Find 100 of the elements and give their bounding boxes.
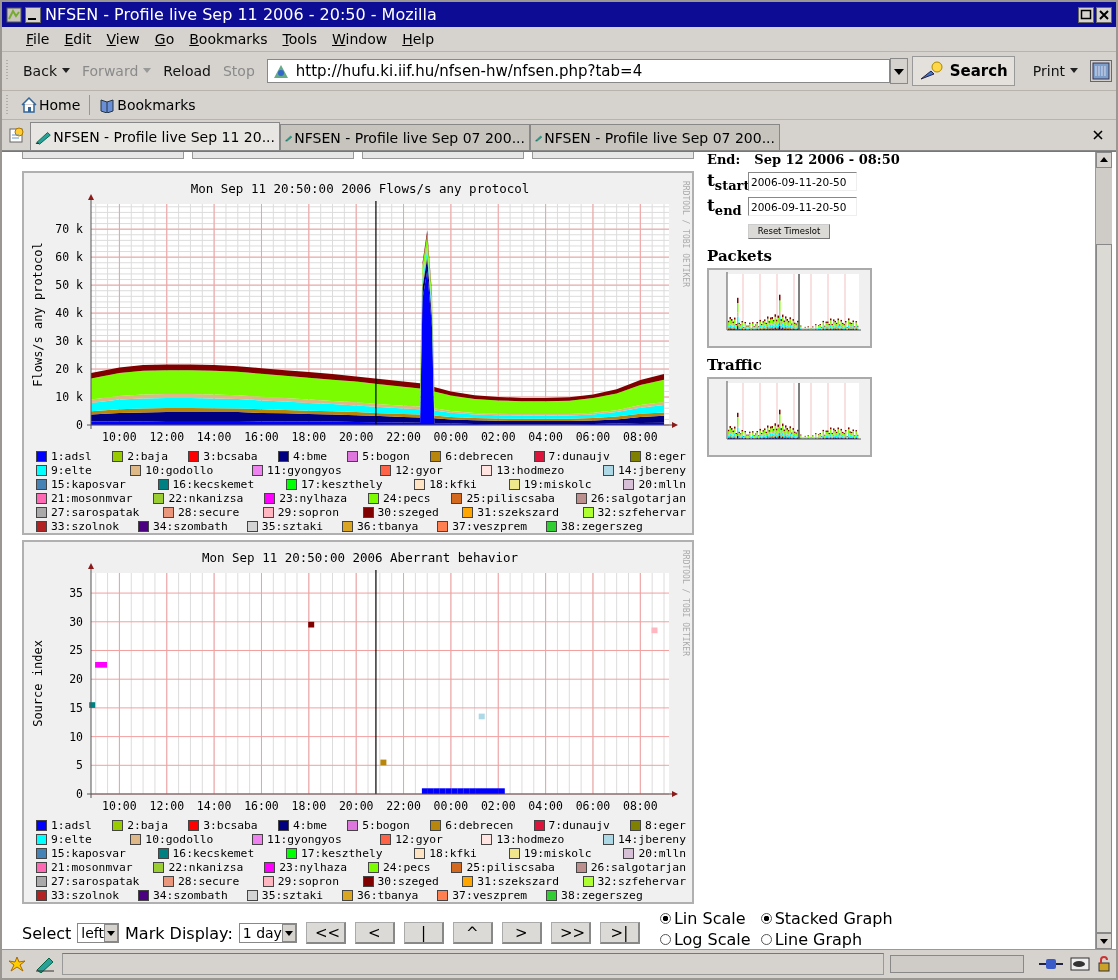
legend-label: 6:debrecen bbox=[445, 818, 514, 832]
axis-label: Flows/s any protocol bbox=[31, 242, 45, 387]
menu-item[interactable]: Go bbox=[154, 31, 175, 47]
legend-label: 13:hodmezo bbox=[496, 832, 565, 846]
nav-button[interactable]: Back bbox=[19, 63, 74, 79]
legend-label: 17:keszthely bbox=[300, 477, 383, 491]
time-input-field[interactable]: 2006-09-11-20-50 bbox=[748, 172, 857, 191]
legend-label: 21:mosonmvar bbox=[51, 491, 133, 505]
browser-tab[interactable]: NFSEN - Profile live Sep 11 20... bbox=[30, 122, 280, 150]
legend-label: 29:sopron bbox=[277, 874, 339, 888]
legend-label: 4:bme bbox=[293, 818, 327, 832]
legend-label: 23:nylhaza bbox=[279, 491, 348, 505]
legend-label: 14:jbereny bbox=[617, 832, 686, 846]
legend-label: 37:veszprem bbox=[452, 519, 528, 533]
axis-tick-label: 22:00 bbox=[386, 430, 421, 444]
navigation-button[interactable]: | bbox=[403, 922, 444, 944]
axis-tick-label: 18:00 bbox=[291, 430, 327, 444]
navigation-button[interactable]: >> bbox=[550, 922, 591, 944]
axis-tick-label: 10 k bbox=[55, 390, 83, 405]
axis-tick-label: 14:00 bbox=[196, 430, 232, 444]
chart-title: Mon Sep 11 20:50:00 2006 Flows/s any protocol bbox=[190, 181, 530, 196]
legend-label: 10:godollo bbox=[145, 463, 214, 477]
axis-tick-label: 06:00 bbox=[575, 430, 611, 444]
axis-tick-label: 00:00 bbox=[433, 799, 469, 813]
legend-label: 1:adsl bbox=[51, 449, 92, 463]
home-button[interactable]: Home bbox=[19, 97, 83, 113]
search-button[interactable]: Search bbox=[911, 56, 1015, 86]
legend-label: 25:piliscsaba bbox=[466, 491, 555, 505]
legend-label: 36:tbanya bbox=[357, 519, 419, 533]
nav-button[interactable]: Reload bbox=[159, 63, 215, 79]
time-input-field[interactable]: 2006-09-11-20-50 bbox=[748, 197, 857, 216]
legend-label: 13:hodmezo bbox=[496, 463, 565, 477]
legend-label: 12:gyor bbox=[395, 463, 443, 477]
axis-tick-label: 08:00 bbox=[623, 799, 658, 813]
legend-label: 9:elte bbox=[51, 832, 92, 846]
legend-label: 16:kecskemet bbox=[172, 477, 255, 491]
legend-label: 19:miskolc bbox=[523, 846, 592, 860]
legend-label: 2:baja bbox=[127, 818, 168, 832]
legend-label: 7:dunaujv bbox=[548, 818, 610, 832]
menu-item[interactable]: Edit bbox=[64, 31, 92, 47]
axis-tick-label: 08:00 bbox=[623, 430, 658, 444]
legend-label: 20:mlln bbox=[638, 477, 686, 491]
legend-label: 24:pecs bbox=[383, 491, 431, 505]
legend-label: 37:veszprem bbox=[452, 888, 528, 902]
end-value: Sep 12 2006 - 08:50 bbox=[754, 152, 900, 169]
axis-tick-label: 12:00 bbox=[149, 430, 185, 444]
menu-item[interactable]: Tools bbox=[282, 31, 317, 47]
legend-label: 28:secure bbox=[178, 505, 240, 519]
select-dropdown[interactable]: left bbox=[77, 923, 120, 943]
axis-tick-label: 20:00 bbox=[338, 799, 374, 813]
legend-label: 20:mlln bbox=[638, 846, 686, 860]
legend-label: 22:nkanizsa bbox=[168, 491, 244, 505]
menu-item[interactable]: Help bbox=[402, 31, 435, 47]
legend-label: 36:tbanya bbox=[357, 888, 419, 902]
reset-button[interactable]: Reset Timeslot bbox=[748, 223, 830, 239]
legend-label: 38:zegerszeg bbox=[561, 519, 643, 533]
axis-tick-label: 04:00 bbox=[528, 430, 563, 444]
mark-display-dropdown[interactable]: 1 day bbox=[238, 923, 297, 943]
print-button[interactable]: Print bbox=[1028, 63, 1083, 79]
legend-label: 7:dunaujv bbox=[548, 449, 610, 463]
legend-label: 15:kaposvar bbox=[51, 846, 126, 860]
axis-tick-label: 20 k bbox=[55, 362, 83, 377]
navigation-button[interactable]: < bbox=[354, 922, 395, 944]
legend-label: 27:sarospatak bbox=[51, 874, 140, 888]
field-label: t$_{start}$ bbox=[707, 169, 748, 194]
menu-item[interactable]: Window bbox=[332, 31, 388, 47]
bookmarks-button[interactable]: Bookmarks bbox=[97, 97, 198, 113]
navigation-button[interactable]: >| bbox=[599, 922, 640, 944]
menu-item[interactable]: View bbox=[106, 31, 140, 47]
legend-label: 30:szeged bbox=[377, 505, 439, 519]
section-heading: Traffic bbox=[707, 355, 763, 374]
legend-label: 1:adsl bbox=[51, 818, 92, 832]
legend-label: 15:kaposvar bbox=[51, 477, 126, 491]
legend-label: 3:bcsaba bbox=[203, 449, 258, 463]
legend-label: 8:eger bbox=[645, 818, 686, 832]
legend-label: 28:secure bbox=[178, 874, 240, 888]
legend-label: 25:piliscsaba bbox=[466, 860, 555, 874]
legend-label: 17:keszthely bbox=[300, 846, 383, 860]
browser-tab[interactable]: NFSEN - Profile live Sep 07 200... bbox=[530, 124, 780, 150]
menu-item[interactable]: File bbox=[26, 31, 50, 47]
legend-label: 11:gyongyos bbox=[266, 832, 342, 846]
navigation-button[interactable]: ^ bbox=[452, 922, 493, 944]
mark-display-label: Mark Display: bbox=[125, 923, 233, 943]
legend-label: 27:sarospatak bbox=[51, 505, 140, 519]
legend-label: 11:gyongyos bbox=[266, 463, 342, 477]
legend-label: 30:szeged bbox=[377, 874, 439, 888]
axis-tick-label: 0 bbox=[76, 787, 83, 801]
address-field[interactable]: http://hufu.ki.iif.hu/nfsen-hw/nfsen.php?tab=4 bbox=[266, 59, 890, 83]
credit-text: RRDTOOL / TOBI OETIKER bbox=[681, 550, 690, 656]
navigation-button[interactable]: > bbox=[501, 922, 542, 944]
navigation-button[interactable]: << bbox=[305, 922, 346, 944]
legend-label: 32:szfehervar bbox=[597, 874, 686, 888]
axis-tick-label: 10:00 bbox=[102, 799, 137, 813]
window-title: NFSEN - Profile live Sep 11 2006 - 20:50 - Mozilla bbox=[45, 5, 437, 24]
menu-item[interactable]: Bookmarks bbox=[189, 31, 268, 47]
axis-tick-label: 5 bbox=[76, 758, 83, 773]
legend-label: 35:sztaki bbox=[261, 519, 324, 533]
axis-tick-label: 30 k bbox=[55, 334, 83, 349]
browser-tab[interactable]: NFSEN - Profile live Sep 07 200... bbox=[280, 124, 530, 150]
legend-label: 22:nkanizsa bbox=[168, 860, 244, 874]
